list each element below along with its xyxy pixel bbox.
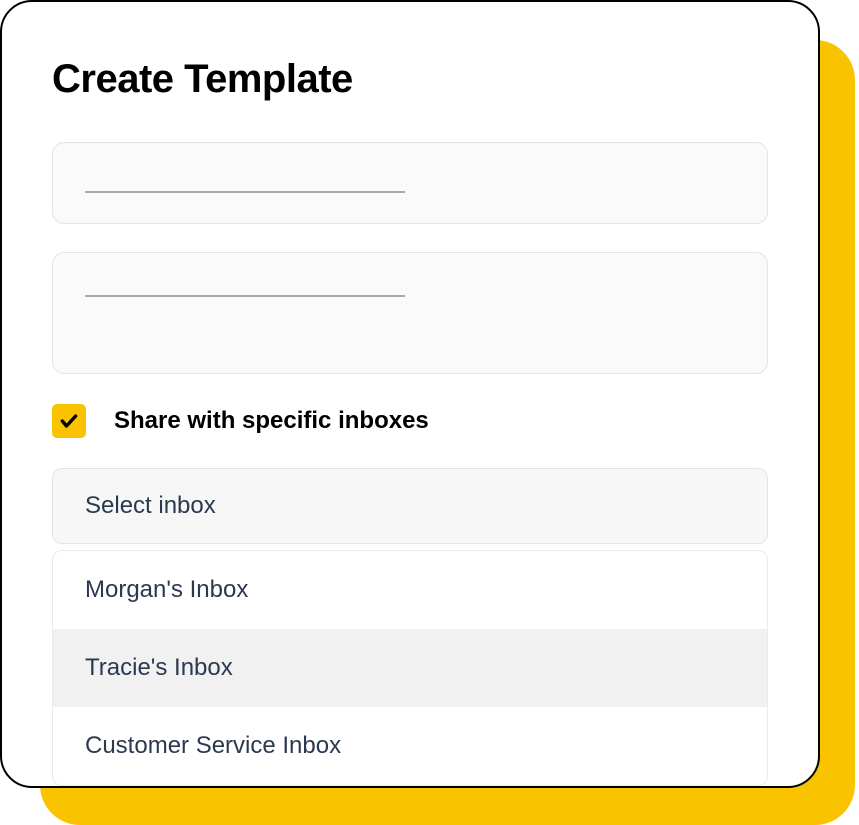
inbox-option-label: Morgan's Inbox — [85, 576, 248, 604]
inbox-select[interactable]: Select inbox — [52, 468, 768, 544]
inbox-option-label: Customer Service Inbox — [85, 732, 341, 760]
inbox-option-label: Tracie's Inbox — [85, 654, 233, 682]
placeholder-line-icon — [85, 295, 405, 297]
inbox-option[interactable]: Customer Service Inbox — [53, 707, 767, 785]
inbox-option[interactable]: Morgan's Inbox — [53, 551, 767, 629]
inbox-select-placeholder: Select inbox — [85, 492, 216, 520]
page-title: Create Template — [52, 57, 768, 102]
inbox-option[interactable]: Tracie's Inbox — [53, 629, 767, 707]
template-body-input[interactable] — [52, 252, 768, 374]
check-icon — [59, 411, 79, 431]
share-checkbox-row: Share with specific inboxes — [52, 404, 768, 438]
template-name-input[interactable] — [52, 142, 768, 224]
share-checkbox-label: Share with specific inboxes — [114, 407, 429, 435]
create-template-card: Create Template Share with specific inbo… — [0, 0, 820, 788]
share-checkbox[interactable] — [52, 404, 86, 438]
placeholder-line-icon — [85, 191, 405, 193]
inbox-dropdown: Morgan's Inbox Tracie's Inbox Customer S… — [52, 550, 768, 786]
